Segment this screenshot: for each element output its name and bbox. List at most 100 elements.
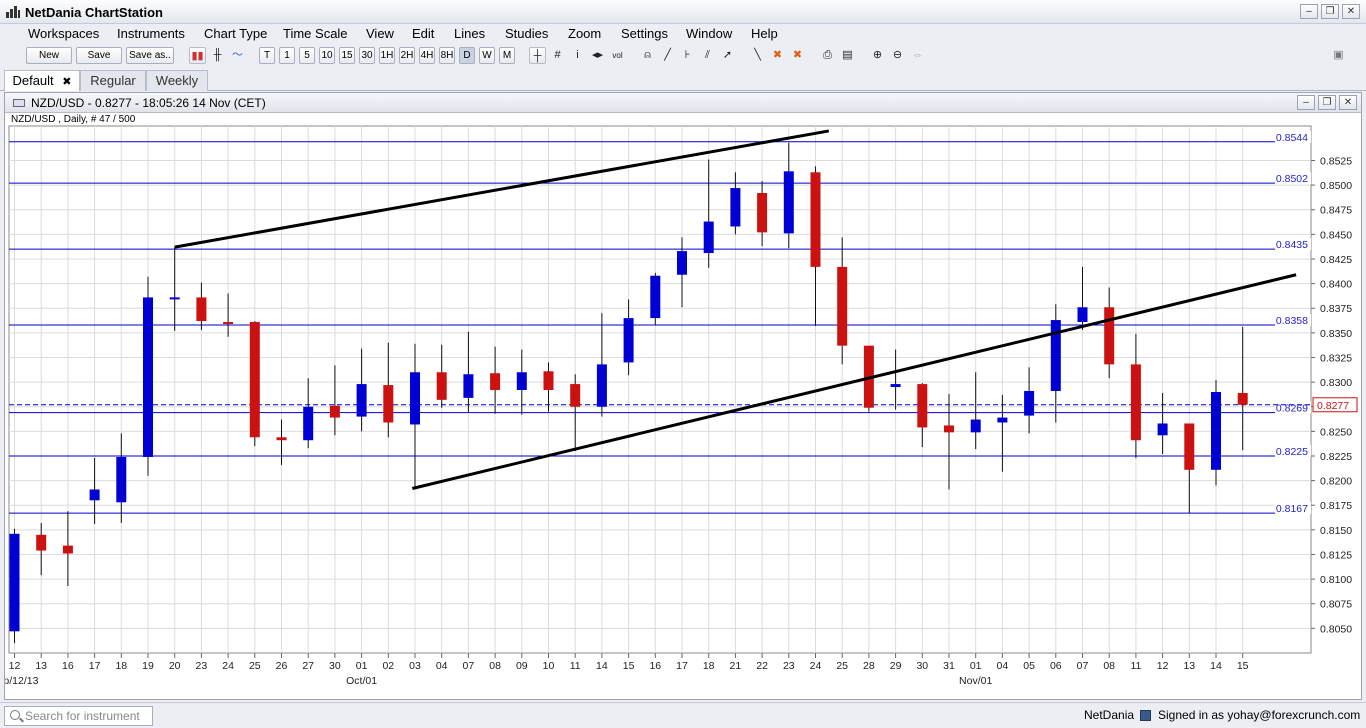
timescale-daily[interactable]: D bbox=[459, 47, 475, 64]
x-tick-label: 08 bbox=[1103, 660, 1115, 672]
level-label: 0.8225 bbox=[1276, 446, 1308, 458]
candle-body bbox=[463, 374, 474, 398]
menu-studies[interactable]: Studies bbox=[505, 26, 548, 41]
minimize-button[interactable]: – bbox=[1300, 4, 1318, 19]
y-tick-label: 0.8400 bbox=[1320, 279, 1352, 291]
candlestick-chart-icon[interactable]: ▮▮ bbox=[189, 47, 206, 64]
x-tick-label: 11 bbox=[570, 660, 581, 672]
info-icon[interactable]: i bbox=[569, 47, 586, 64]
print-icon[interactable]: ⎙ bbox=[819, 47, 836, 64]
timescale-10m[interactable]: 10 bbox=[319, 47, 335, 64]
timescale-8h[interactable]: 8H bbox=[439, 47, 455, 64]
new-button[interactable]: New bbox=[26, 47, 72, 64]
timescale-5m[interactable]: 5 bbox=[299, 47, 315, 64]
cursor-icon[interactable]: ➚ bbox=[719, 47, 736, 64]
y-tick-label: 0.8150 bbox=[1320, 525, 1352, 537]
chart-window-title: NZD/USD - 0.8277 - 18:05:26 14 Nov (CET) bbox=[31, 96, 266, 110]
candle-body bbox=[810, 172, 821, 267]
chart-window-header: NZD/USD - 0.8277 - 18:05:26 14 Nov (CET)… bbox=[5, 93, 1361, 113]
timescale-monthly[interactable]: M bbox=[499, 47, 515, 64]
menu-lines[interactable]: Lines bbox=[454, 26, 485, 41]
candle-body bbox=[677, 251, 687, 275]
line-chart-icon[interactable]: 〜 bbox=[229, 47, 246, 64]
delete-icon[interactable]: ✖ bbox=[769, 47, 786, 64]
timescale-2h[interactable]: 2H bbox=[399, 47, 415, 64]
restore-button[interactable]: ❐ bbox=[1321, 4, 1339, 19]
tab-close-icon[interactable]: ✖ bbox=[62, 76, 71, 88]
chart-window-icon bbox=[13, 99, 25, 107]
candle-body bbox=[356, 384, 367, 417]
candle-body bbox=[169, 297, 180, 300]
y-tick-label: 0.8475 bbox=[1320, 205, 1352, 217]
candle-body bbox=[249, 322, 260, 438]
menu-instruments[interactable]: Instruments bbox=[117, 26, 185, 41]
x-tick-label: 17 bbox=[676, 660, 688, 672]
chart-restore-button[interactable]: ❐ bbox=[1318, 95, 1336, 110]
crosshair-icon[interactable]: ┼ bbox=[529, 47, 546, 64]
x-tick-label: 14 bbox=[1210, 660, 1222, 672]
volume-icon[interactable]: vol bbox=[609, 47, 626, 64]
app-title: NetDania ChartStation bbox=[25, 5, 163, 20]
chart-close-button[interactable]: ✕ bbox=[1339, 95, 1357, 110]
candle-body bbox=[703, 221, 714, 254]
alarm-icon[interactable]: ⍝ bbox=[639, 47, 656, 64]
x-tick-label: 12 bbox=[1157, 660, 1169, 672]
timescale-15m[interactable]: 15 bbox=[339, 47, 355, 64]
timescale-4h[interactable]: 4H bbox=[419, 47, 435, 64]
brand-label: NetDania bbox=[1084, 708, 1135, 722]
menu-help[interactable]: Help bbox=[751, 26, 778, 41]
candle-body bbox=[383, 385, 394, 423]
candle-body bbox=[917, 384, 928, 428]
candle-body bbox=[410, 372, 420, 425]
timescale-weekly[interactable]: W bbox=[479, 47, 495, 64]
search-input[interactable]: Search for instrument bbox=[4, 706, 153, 726]
price-chart[interactable]: 0.8525 0.8500 0.8475 0.8450 0.8425 0.8400 0.83… bbox=[5, 93, 1361, 699]
tab-weekly[interactable]: Weekly bbox=[146, 70, 208, 91]
candle-body bbox=[1130, 364, 1141, 441]
menu-edit[interactable]: Edit bbox=[412, 26, 434, 41]
scroll-icon[interactable]: ◂▸ bbox=[589, 47, 606, 64]
timescale-1h[interactable]: 1H bbox=[379, 47, 395, 64]
draw-line-icon[interactable]: ╲ bbox=[749, 47, 766, 64]
zoom-reset-icon[interactable]: ⇔ bbox=[909, 47, 926, 64]
menu-settings[interactable]: Settings bbox=[621, 26, 668, 41]
menu-time-scale[interactable]: Time Scale bbox=[283, 26, 348, 41]
bar-chart-icon[interactable]: ╫ bbox=[209, 47, 226, 64]
level-label: 0.8544 bbox=[1276, 132, 1308, 144]
tab-default[interactable]: Default ✖ bbox=[4, 70, 80, 91]
panel-toggle-icon[interactable]: ▣ bbox=[1330, 47, 1347, 64]
print-preview-icon[interactable]: ▤ bbox=[839, 47, 856, 64]
save-as-button[interactable]: Save as.. bbox=[126, 47, 174, 64]
zoom-in-icon[interactable]: ⊕ bbox=[869, 47, 886, 64]
level-label: 0.8502 bbox=[1276, 173, 1308, 185]
zoom-out-icon[interactable]: ⊖ bbox=[889, 47, 906, 64]
delete-all-icon[interactable]: ✖ bbox=[789, 47, 806, 64]
menu-view[interactable]: View bbox=[366, 26, 394, 41]
grid-icon[interactable]: # bbox=[549, 47, 566, 64]
chart-minimize-button[interactable]: – bbox=[1297, 95, 1315, 110]
channel-icon[interactable]: ⫽ bbox=[699, 47, 716, 64]
y-tick-label: 0.8200 bbox=[1320, 476, 1352, 488]
tab-regular[interactable]: Regular bbox=[80, 70, 146, 91]
menu-workspaces[interactable]: Workspaces bbox=[28, 26, 99, 41]
window-controls: – ❐ ✕ bbox=[1300, 4, 1360, 19]
x-tick-label: 05 bbox=[1023, 660, 1035, 672]
menu-chart-type[interactable]: Chart Type bbox=[204, 26, 267, 41]
candle bbox=[9, 528, 20, 644]
timescale-tick[interactable]: T bbox=[259, 47, 275, 64]
candle-body bbox=[1157, 423, 1168, 436]
save-button[interactable]: Save bbox=[76, 47, 122, 64]
x-tick-label: 12 bbox=[9, 660, 21, 672]
candle-body bbox=[329, 405, 340, 418]
menu-zoom[interactable]: Zoom bbox=[568, 26, 601, 41]
fibonacci-icon[interactable]: ⊦ bbox=[679, 47, 696, 64]
x-tick-label: 30 bbox=[329, 660, 341, 672]
trendline-icon[interactable]: ╱ bbox=[659, 47, 676, 64]
menu-window[interactable]: Window bbox=[686, 26, 732, 41]
x-tick-label: 21 bbox=[730, 660, 742, 672]
toolbar: New Save Save as.. ▮▮ ╫ 〜 T 1 5 10 15 30… bbox=[0, 44, 1366, 68]
timescale-1m[interactable]: 1 bbox=[279, 47, 295, 64]
candle-body bbox=[490, 373, 501, 390]
timescale-30m[interactable]: 30 bbox=[359, 47, 375, 64]
close-button[interactable]: ✕ bbox=[1342, 4, 1360, 19]
